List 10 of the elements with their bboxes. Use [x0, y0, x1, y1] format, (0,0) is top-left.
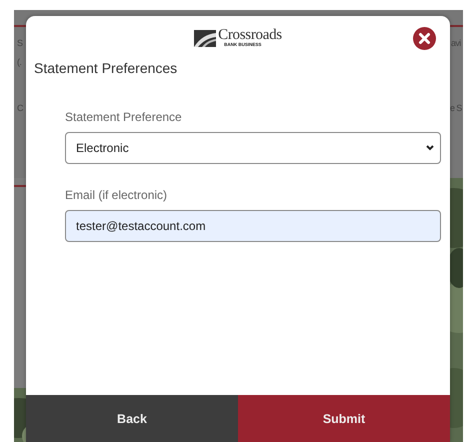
- background-text: (.: [17, 57, 22, 67]
- submit-button[interactable]: Submit: [238, 395, 450, 442]
- field-label: Email (if electronic): [65, 188, 168, 202]
- email-field[interactable]: tester@testaccount.com: [65, 210, 441, 242]
- close-icon[interactable]: [413, 27, 436, 50]
- select-field[interactable]: Electronic: [65, 132, 441, 164]
- chevron-down-icon: [426, 145, 434, 151]
- back-button[interactable]: Back: [26, 395, 238, 442]
- field-label: Statement Preference: [65, 110, 183, 124]
- dialog-title: Statement Preferences: [34, 60, 178, 76]
